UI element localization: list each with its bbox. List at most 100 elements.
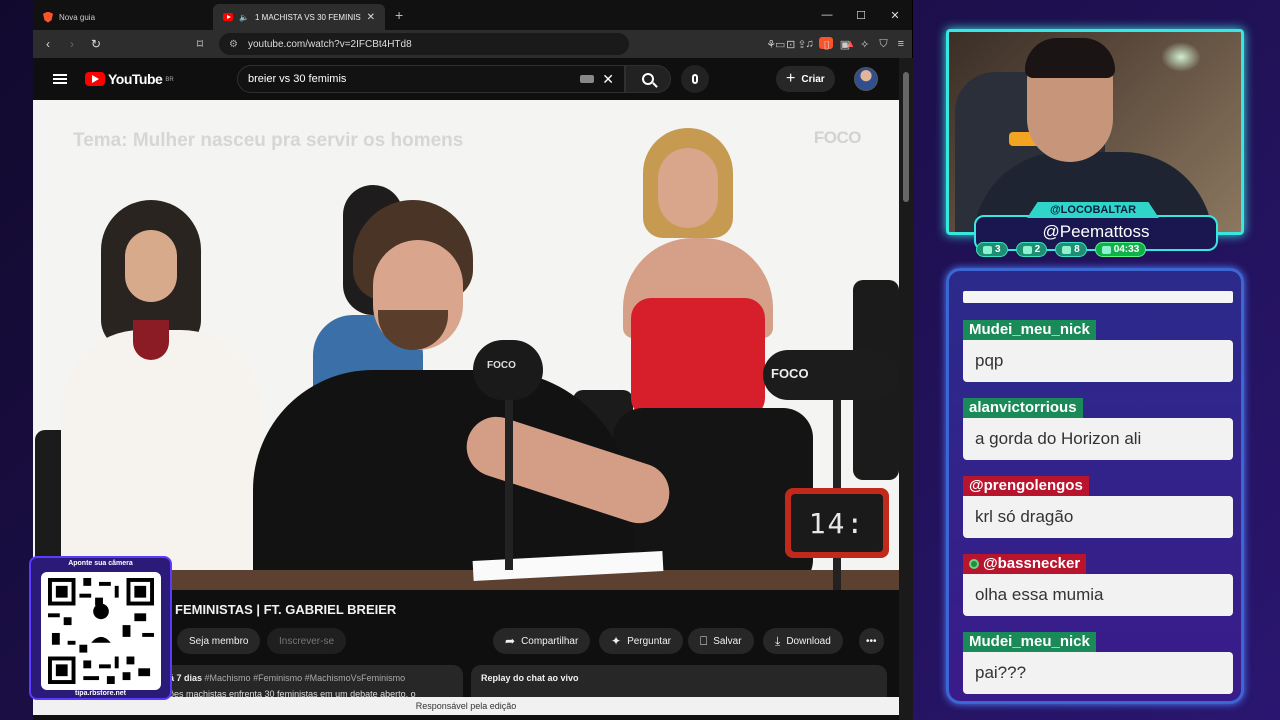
forward-button[interactable]: › (63, 37, 81, 51)
join-label: Seja membro (189, 635, 249, 647)
more-actions-button[interactable]: ••• (859, 628, 884, 654)
clear-search-icon[interactable]: ✕ (602, 71, 614, 88)
youtube-logo[interactable]: YouTube BR (85, 71, 174, 87)
tab-new[interactable]: Nova guia (33, 4, 203, 30)
channel-watermark: FOCO (813, 128, 862, 147)
video-count-badge: 2 (1015, 242, 1048, 257)
stream-stats: 3 2 8 04:33 (976, 242, 1147, 257)
chat-message: @bassnecker olha essa mumia (963, 554, 1233, 616)
create-button[interactable]: + Criar (776, 66, 835, 92)
site-info-icon[interactable]: ⚙ (229, 39, 238, 50)
subscribe-button[interactable]: Inscrever-se (267, 628, 347, 654)
subscribe-label: Inscrever-se (279, 635, 335, 647)
tab-title: Nova guia (59, 12, 96, 22)
wallet-icon[interactable]: ▣ (840, 38, 850, 51)
username-text: alanvictorrious (969, 399, 1077, 416)
chat-username: @bassnecker (963, 554, 1087, 574)
username-text: Mudei_meu_nick (969, 633, 1090, 650)
chat-message: Mudei_meu_nick pqp (963, 320, 1233, 382)
chat-text: pqp (963, 340, 1233, 382)
chat-count-badge: 3 (976, 242, 1008, 257)
upload-date: á 7 dias (169, 673, 203, 683)
chat-replay-title: Replay do chat ao vivo (481, 673, 579, 683)
chat-username: Mudei_meu_nick (963, 632, 1096, 652)
keyboard-icon[interactable] (580, 75, 595, 83)
search-icon (642, 73, 654, 85)
chat-text: olha essa mumia (963, 574, 1233, 616)
mic-logo: FOCO (487, 360, 516, 371)
streamer-name: @Peemattoss (1042, 222, 1150, 241)
chat-message: @prengolengos krl só dragão (963, 476, 1233, 538)
bookmark-icon[interactable]: ⌑ (191, 37, 209, 51)
maximize-button[interactable]: ☐ (844, 0, 878, 30)
badge-icon (969, 559, 979, 569)
sparkle-icon: ✦ (611, 634, 622, 648)
country-code: BR (165, 77, 174, 83)
mic-stand (505, 400, 513, 570)
download-icon: ⤓ (775, 633, 781, 648)
person-speaker (253, 200, 678, 590)
extensions-icon[interactable]: ⚘ (766, 38, 776, 51)
microphone-left: FOCO (473, 340, 543, 400)
back-button[interactable]: ‹ (39, 37, 57, 51)
chat-message-cutoff (963, 291, 1233, 303)
download-button[interactable]: ⤓ Download (763, 628, 843, 654)
music-icon[interactable]: ♫ (805, 38, 813, 50)
url-field[interactable]: ⚙ youtube.com/watch?v=2IFCBt4HTd8 (219, 33, 629, 55)
youtube-play-icon (85, 72, 105, 86)
video-player[interactable]: Tema: Mulher nasceu pra servir os homens… (33, 100, 899, 590)
close-tab-icon[interactable]: ✕ (367, 12, 375, 23)
menu-icon[interactable]: ≡ (898, 38, 904, 50)
more-icon: ••• (866, 635, 877, 647)
share-button[interactable]: ➦ Compartilhar (493, 628, 591, 654)
page-scrollbar[interactable] (899, 58, 913, 720)
sidebar-icon[interactable]: ▯ (824, 38, 830, 51)
brave-icon (43, 11, 53, 23)
tab-youtube[interactable]: 🔈 1 MACHISTA VS 30 FEMINISTAS | FT. ✕ (213, 4, 385, 30)
url-text: youtube.com/watch?v=2IFCBt4HTd8 (247, 38, 412, 50)
chat-text: krl só dragão (963, 496, 1233, 538)
create-label: Criar (801, 73, 825, 85)
hashtags[interactable]: #Machismo #Feminismo #MachismoVsFeminism… (205, 673, 406, 683)
tab-bar: Nova guia 🔈 1 MACHISTA VS 30 FEMINISTAS … (33, 0, 912, 30)
address-bar: ‹ › ↻ ⌑ ⚙ youtube.com/watch?v=2IFCBt4HTd… (33, 30, 912, 58)
save-button[interactable]: ⎕ Salvar (688, 628, 754, 654)
youtube-header: YouTube BR breier vs 30 femimis ✕ + Cria… (33, 58, 913, 100)
donation-qr-overlay: Aponte sua câmera tipa.rbstore.net (29, 556, 172, 700)
ask-button[interactable]: ✦ Perguntar (599, 628, 683, 654)
chat-text: a gorda do Horizon ali (963, 418, 1233, 460)
join-button[interactable]: Seja membro (177, 628, 261, 654)
tab-title: 1 MACHISTA VS 30 FEMINISTAS | FT. (255, 12, 361, 22)
search-button[interactable] (625, 65, 671, 93)
speaker-icon[interactable]: 🔈 (239, 12, 249, 22)
scrollbar-thumb[interactable] (903, 72, 909, 202)
search-bar: breier vs 30 femimis ✕ (237, 65, 671, 93)
uptime-badge: 04:33 (1094, 242, 1147, 257)
close-window-button[interactable]: ✕ (878, 0, 912, 30)
username-text: @prengolengos (969, 477, 1083, 494)
screenshot-icon[interactable]: ⊡ (786, 38, 795, 51)
qr-top-label: Aponte sua câmera (68, 560, 133, 567)
chat-message: Mudei_meu_nick pai??? (963, 632, 1233, 694)
qr-code (41, 572, 161, 690)
edit-credit-text: Responsável pela edição (415, 701, 517, 711)
reload-button[interactable]: ↻ (87, 37, 105, 51)
new-tab-button[interactable]: + (395, 7, 403, 23)
video-icon (1022, 245, 1032, 254)
avatar[interactable] (854, 67, 878, 91)
viewers-badge: 8 (1055, 242, 1087, 257)
debate-timer: 14: (785, 488, 889, 558)
hamburger-menu-icon[interactable] (53, 74, 67, 84)
vpn-icon[interactable]: ⛉ (879, 38, 887, 51)
username-text: Mudei_meu_nick (969, 321, 1090, 338)
stat-value: 8 (1074, 244, 1080, 255)
voice-search-button[interactable] (681, 65, 709, 93)
minimize-button[interactable]: — (810, 0, 844, 30)
leo-icon[interactable]: ✧ (860, 38, 869, 51)
stat-value: 2 (1034, 244, 1041, 255)
clock-icon (1101, 245, 1111, 254)
username-text: @bassnecker (983, 555, 1081, 572)
search-input[interactable]: breier vs 30 femimis ✕ (237, 65, 625, 93)
chat-username: alanvictorrious (963, 398, 1083, 418)
mic-logo: FOCO (771, 366, 809, 381)
